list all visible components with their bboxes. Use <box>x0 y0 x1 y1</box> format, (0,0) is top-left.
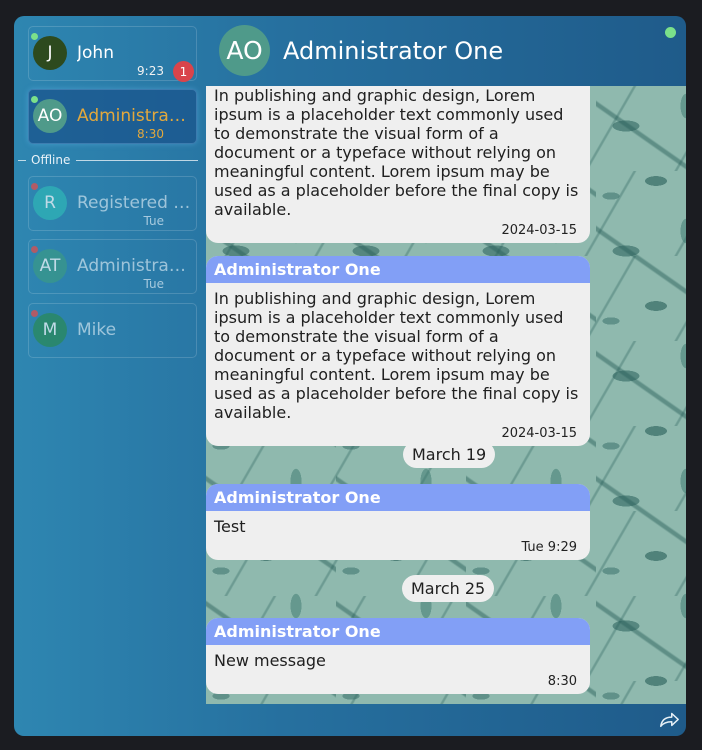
contact-name: Mike <box>77 320 117 340</box>
message-sender: Administrator One <box>206 618 590 645</box>
contact-name: Administrator Two <box>77 256 192 276</box>
chat-title: Administrator One <box>283 37 504 65</box>
contact-name: John <box>77 43 114 63</box>
last-message-time: Tue <box>143 277 165 291</box>
avatar: J <box>33 36 67 70</box>
offline-indicator <box>31 183 38 190</box>
contact-john[interactable]: J John 9:23 1 <box>28 26 197 82</box>
online-indicator <box>31 33 38 40</box>
contact-mike[interactable]: M Mike <box>28 303 197 358</box>
message-text: Test <box>214 517 246 536</box>
message-text: New message <box>214 651 326 670</box>
avatar: AT <box>33 249 67 283</box>
message-bubble: Administrator One In publishing and grap… <box>206 256 590 446</box>
message-time: Tue 9:29 <box>521 540 577 555</box>
contact-administrator-two[interactable]: AT Administrator Two Tue <box>28 239 197 294</box>
online-indicator <box>31 96 38 103</box>
message-sender: Administrator One <box>206 256 590 283</box>
offline-indicator <box>31 310 38 317</box>
last-message-time: Tue <box>143 214 165 228</box>
contact-list: J John 9:23 1 AO Administrator One 8:30 … <box>14 16 206 736</box>
avatar: M <box>33 313 67 347</box>
message-bubble: In publishing and graphic design, Lorem … <box>206 86 590 243</box>
message-list[interactable]: In publishing and graphic design, Lorem … <box>206 86 686 704</box>
chat-window: J John 9:23 1 AO Administrator One 8:30 … <box>14 16 686 736</box>
share-icon[interactable] <box>658 708 680 730</box>
message-sender: Administrator One <box>206 484 590 511</box>
avatar: R <box>33 186 67 220</box>
date-separator: March 25 <box>402 575 495 602</box>
chat-header: AO Administrator One <box>206 16 686 86</box>
message-text: In publishing and graphic design, Lorem … <box>214 289 579 422</box>
message-time: 2024-03-15 <box>501 426 577 441</box>
online-indicator <box>665 27 676 38</box>
message-bubble: Administrator One Test Tue 9:29 <box>206 484 590 560</box>
contact-name: Administrator One <box>77 106 192 126</box>
last-message-time: 8:30 <box>137 127 164 141</box>
message-bubble: Administrator One New message 8:30 <box>206 618 590 694</box>
avatar: AO <box>33 99 67 133</box>
date-separator: March 19 <box>403 441 496 468</box>
contact-registered-user[interactable]: R Registered User Tue <box>28 176 197 231</box>
unread-badge: 1 <box>173 61 194 82</box>
divider-label: Offline <box>31 153 71 167</box>
contact-administrator-one[interactable]: AO Administrator One 8:30 <box>28 89 197 144</box>
contact-name: Registered User <box>77 193 192 213</box>
header-avatar[interactable]: AO <box>219 25 270 76</box>
offline-indicator <box>31 246 38 253</box>
message-time: 2024-03-15 <box>501 223 577 238</box>
offline-divider: Offline <box>18 152 198 168</box>
message-text: In publishing and graphic design, Lorem … <box>214 86 579 219</box>
message-time: 8:30 <box>547 674 577 689</box>
last-message-time: 9:23 <box>137 64 164 78</box>
